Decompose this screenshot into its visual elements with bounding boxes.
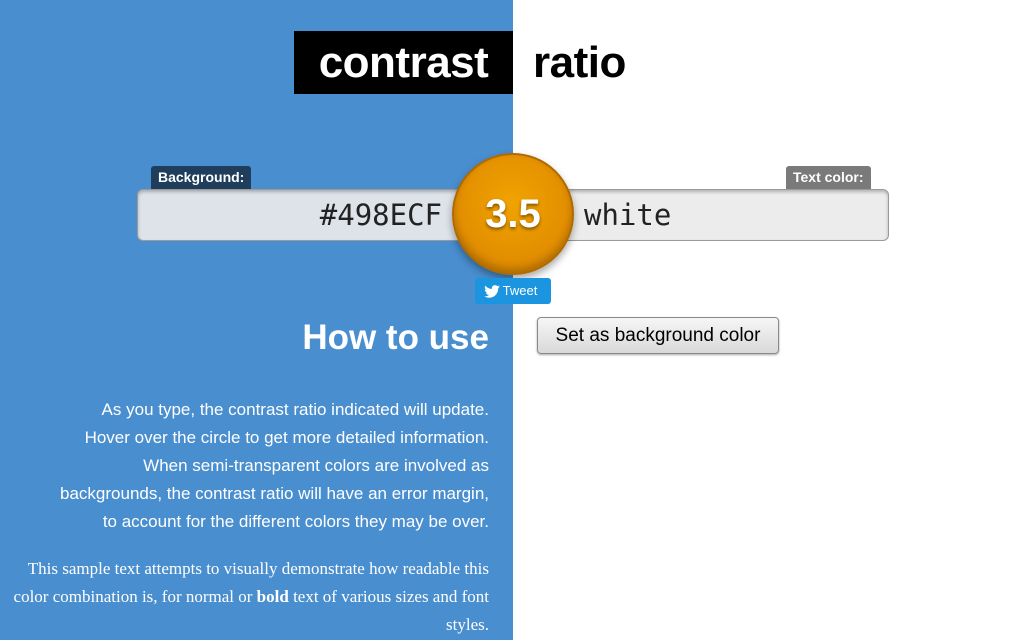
how-to-use-line: to account for the different colors they…: [102, 512, 489, 531]
text-color-label: Text color:: [786, 166, 871, 189]
sample-text-normal-end: text of various sizes and font styles.: [288, 587, 489, 634]
sample-text-bold: bold: [256, 587, 289, 606]
sample-text: This sample text attempts to visually de…: [10, 555, 489, 639]
how-to-use-line: backgrounds, the contrast ratio will hav…: [60, 484, 489, 503]
how-to-use-text: As you type, the contrast ratio indicate…: [10, 396, 489, 536]
background-label: Background:: [151, 166, 252, 189]
how-to-use-line: Hover over the circle to get more detail…: [84, 428, 489, 447]
how-to-use-heading: How to use: [302, 318, 489, 357]
how-to-use-line: When semi-transparent colors are involve…: [143, 456, 489, 475]
tweet-label: Tweet: [502, 283, 538, 298]
page-title-ratio: ratio: [533, 38, 626, 87]
twitter-bird-icon: [484, 285, 500, 298]
tweet-button[interactable]: Tweet: [475, 278, 551, 304]
contrast-ratio-circle[interactable]: 3.5: [452, 153, 574, 275]
set-as-background-button[interactable]: Set as background color: [537, 317, 779, 354]
how-to-use-line: As you type, the contrast ratio indicate…: [101, 400, 489, 419]
page-title-contrast: contrast: [294, 31, 513, 94]
